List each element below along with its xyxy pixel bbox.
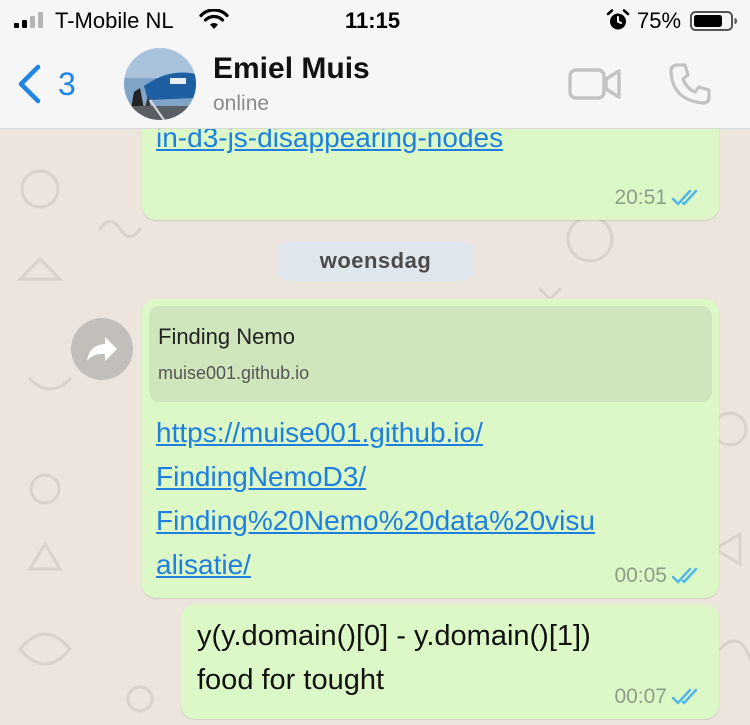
back-chevron-icon[interactable] — [16, 64, 44, 104]
avatar[interactable] — [124, 48, 196, 120]
back-button-unread-count[interactable]: 3 — [58, 66, 76, 103]
contact-name[interactable]: Emiel Muis — [213, 52, 370, 86]
message-link-line[interactable]: alisatie/ — [156, 543, 595, 587]
forward-button[interactable] — [71, 318, 133, 380]
wifi-icon — [199, 9, 229, 29]
message-time: 00:07 — [614, 685, 667, 708]
message-bubble-outgoing[interactable]: in-d3-js-disappearing-nodes 20:51 — [142, 129, 719, 220]
battery-icon — [690, 11, 737, 31]
message-text-line: food for tought — [197, 664, 385, 696]
link-preview-domain: muise001.github.io — [158, 363, 310, 383]
double-check-icon — [671, 567, 698, 584]
message-meta: 20:51 — [614, 186, 705, 210]
message-text-line: y(y.domain()[0] - y.domain()[1]) — [197, 620, 591, 652]
double-check-icon — [671, 189, 698, 206]
chat-header: 3 Emiel Muis online — [0, 40, 750, 129]
clock: 11:15 — [345, 8, 401, 33]
carrier-name: T-Mobile NL — [55, 8, 174, 33]
status-bar: T-Mobile NL 11:15 75% — [0, 0, 750, 40]
message-link-line[interactable]: Finding%20Nemo%20data%20visu — [156, 499, 595, 543]
video-call-icon[interactable] — [568, 66, 622, 102]
battery-percent: 75% — [637, 8, 682, 33]
message-bubble-outgoing[interactable]: y(y.domain()[0] - y.domain()[1]) food fo… — [181, 604, 719, 719]
message-meta: 00:05 — [614, 564, 705, 588]
signal-icon — [14, 12, 43, 28]
avatar-photo — [124, 48, 196, 120]
chat-area[interactable]: in-d3-js-disappearing-nodes 20:51 woensd… — [0, 129, 750, 725]
link-preview[interactable]: Finding Nemo muise001.github.io — [149, 306, 712, 402]
message-bubble-outgoing[interactable]: Finding Nemo muise001.github.io https://… — [142, 299, 719, 598]
double-check-icon — [671, 688, 698, 705]
date-separator: woensdag — [277, 241, 474, 281]
message-time: 20:51 — [614, 186, 667, 209]
alarm-icon — [606, 9, 630, 30]
message-link[interactable]: in-d3-js-disappearing-nodes — [156, 129, 503, 157]
message-time: 00:05 — [614, 564, 667, 587]
message-link-line[interactable]: FindingNemoD3/ — [156, 455, 595, 499]
message-link-line[interactable]: https://muise001.github.io/ — [156, 411, 595, 455]
message-meta: 00:07 — [614, 685, 705, 709]
forward-icon — [87, 337, 117, 361]
phone-call-icon[interactable] — [668, 62, 712, 106]
contact-status: online — [213, 92, 270, 115]
link-preview-title: Finding Nemo — [158, 324, 295, 349]
